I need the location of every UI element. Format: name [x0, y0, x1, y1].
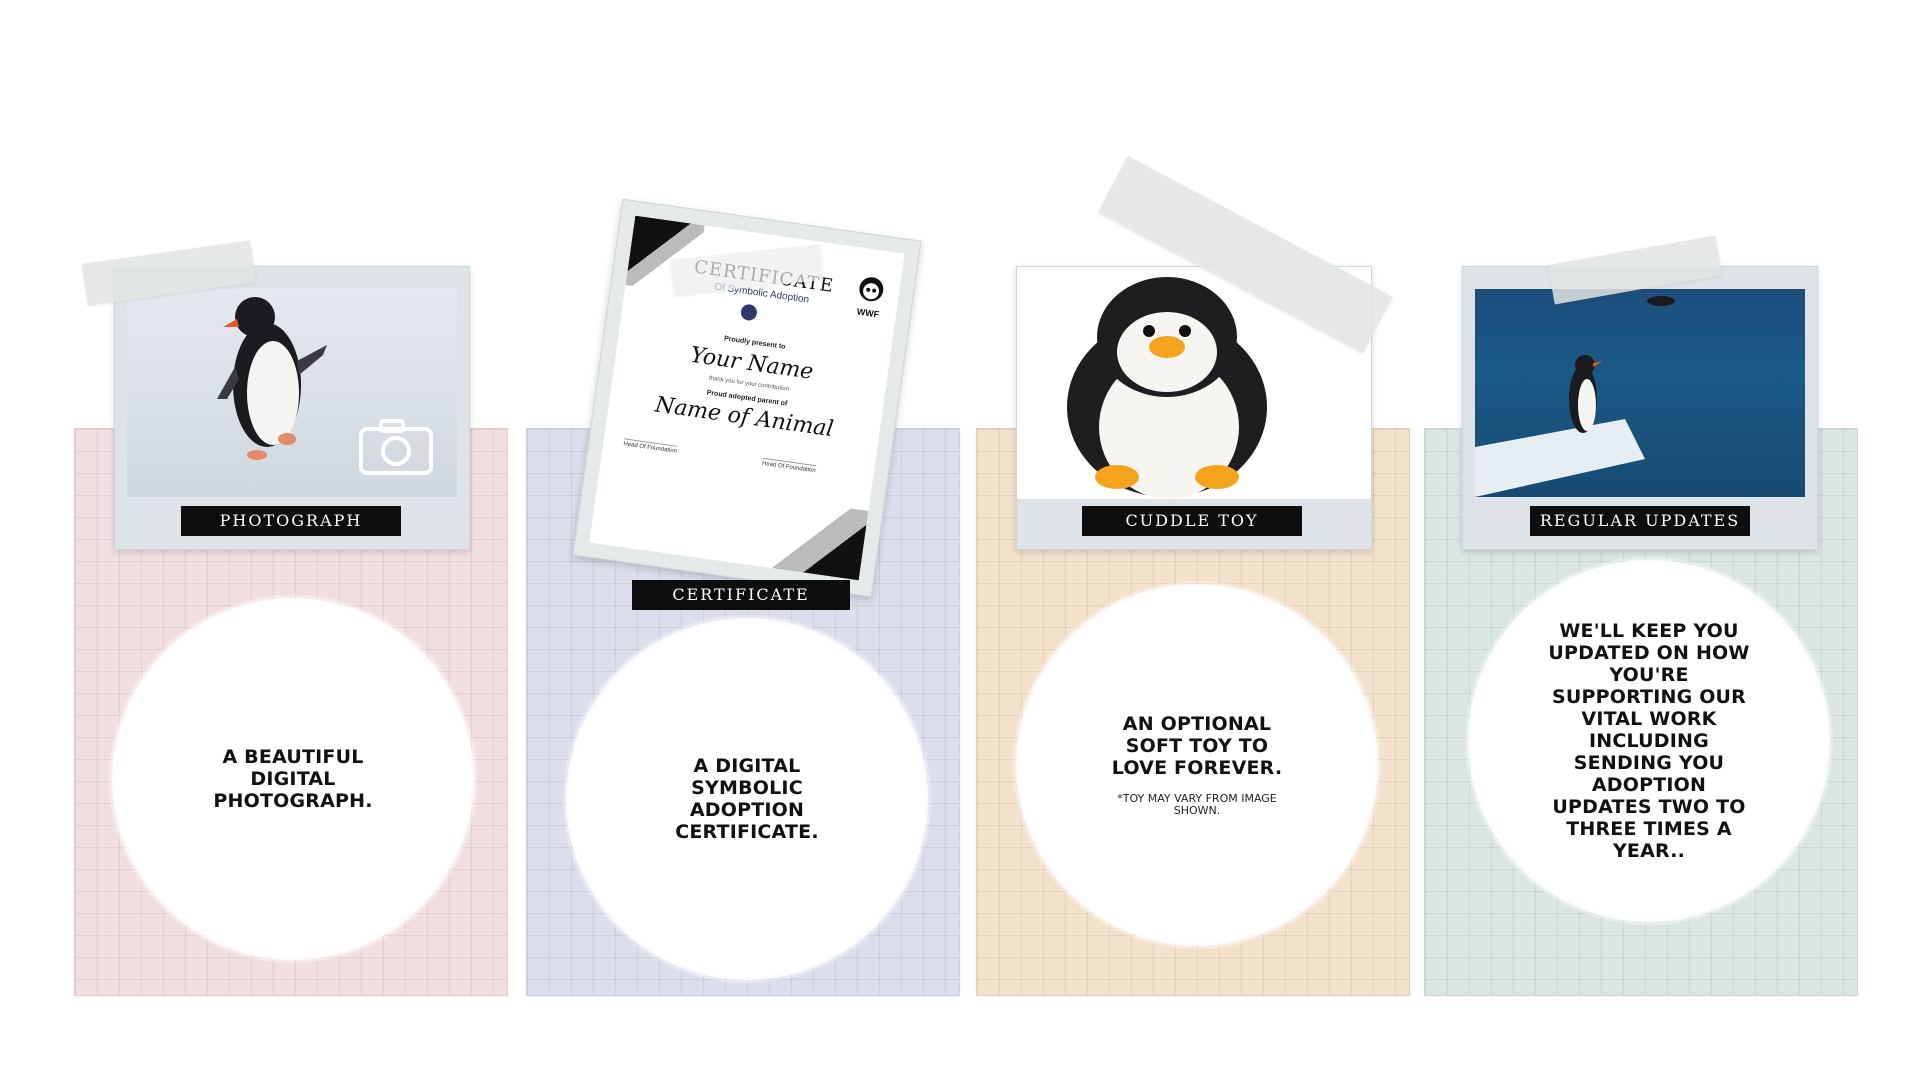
card-description: WE'LL KEEP YOU UPDATED ON HOW YOU'RE SUP… [1548, 620, 1750, 862]
label-photograph: PHOTOGRAPH [181, 506, 401, 536]
text-circle: A DIGITAL SYMBOLIC ADOPTION CERTIFICATE. [569, 621, 925, 977]
text-circle: AN OPTIONAL SOFT TOY TO LOVE FOREVER. *T… [1019, 587, 1375, 943]
card-description: A DIGITAL SYMBOLIC ADOPTION CERTIFICATE. [675, 755, 819, 843]
penguin-water-photo [1475, 289, 1805, 497]
card-note: *TOY MAY VARY FROM IMAGE SHOWN. [1117, 792, 1277, 817]
label-certificate: CERTIFICATE [632, 580, 850, 610]
ribbon-icon [739, 303, 758, 322]
signature-left: Head Of Foundation [622, 438, 678, 455]
card-description: AN OPTIONAL SOFT TOY TO LOVE FOREVER. [1111, 713, 1283, 779]
label-regular-updates: REGULAR UPDATES [1530, 506, 1750, 536]
text-circle: A BEAUTIFUL DIGITAL PHOTOGRAPH. [115, 601, 471, 957]
label-cuddle-toy: CUDDLE TOY [1082, 506, 1302, 536]
text-circle: WE'LL KEEP YOU UPDATED ON HOW YOU'RE SUP… [1471, 563, 1827, 919]
wwf-logo: WWF [849, 273, 891, 321]
signature-right: Head Of Foundation [761, 457, 817, 475]
penguin-snow-photo [127, 289, 457, 497]
camera-icon [359, 417, 433, 475]
card-description: A BEAUTIFUL DIGITAL PHOTOGRAPH. [213, 746, 373, 812]
